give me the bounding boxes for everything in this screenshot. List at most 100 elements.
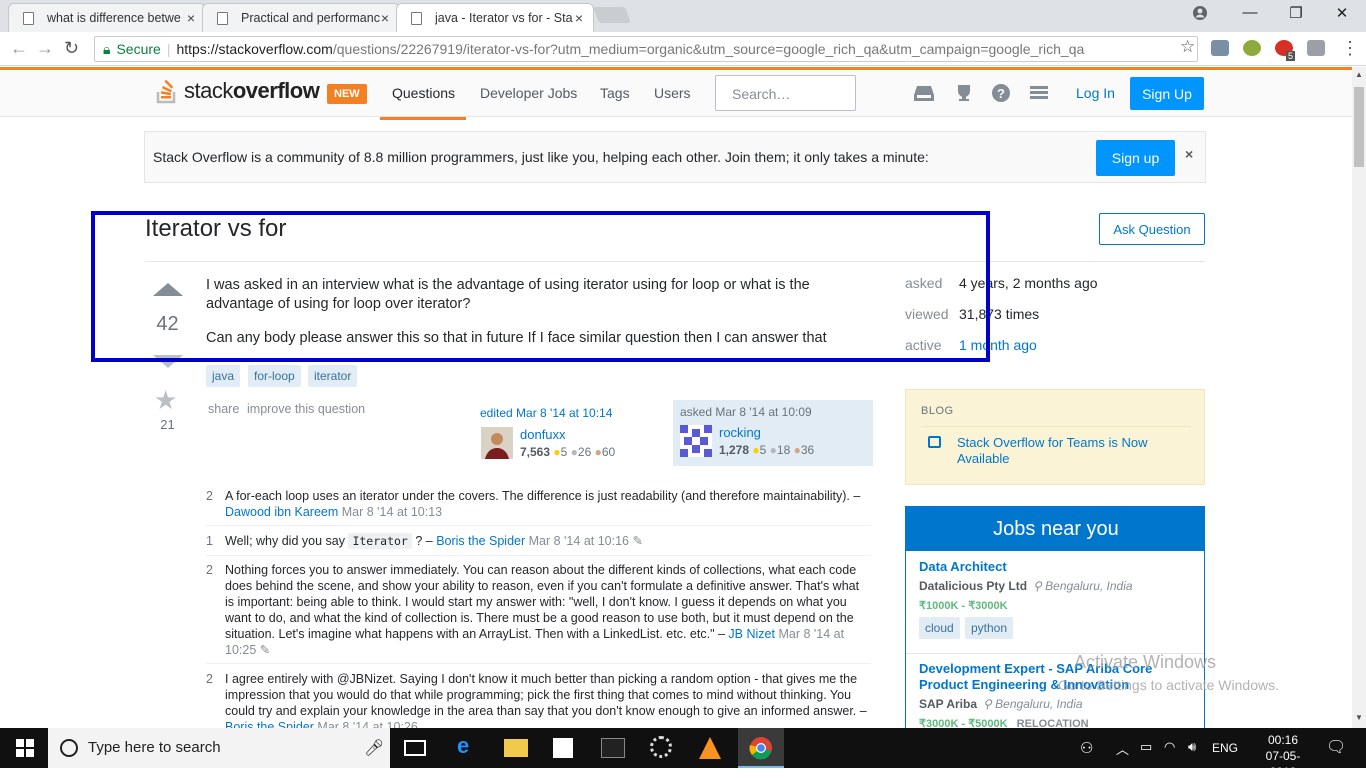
scroll-thumb[interactable] <box>1354 87 1364 167</box>
comment: 2 A for-each loop uses an iterator under… <box>206 488 871 520</box>
highlight-box <box>91 211 990 362</box>
extension-icon[interactable] <box>1243 40 1261 56</box>
lock-icon: 🔒︎ <box>103 41 111 57</box>
scroll-down-icon[interactable]: ▼ <box>1355 713 1363 722</box>
blog-link[interactable]: Stack Overflow for Teams is Now Availabl… <box>957 435 1187 467</box>
scroll-up-icon[interactable]: ▲ <box>1355 70 1363 79</box>
ask-question-button[interactable]: Ask Question <box>1099 213 1205 245</box>
profile-icon[interactable] <box>1186 5 1214 25</box>
people-icon[interactable]: ⚇ <box>1080 739 1093 757</box>
wifi-icon[interactable]: ◠ <box>1164 739 1175 755</box>
browser-tab-active[interactable]: java - Iterator vs for - Sta × <box>396 3 594 32</box>
restore-icon[interactable]: ❐ <box>1281 4 1311 22</box>
notifications-icon[interactable]: 🗨︎ <box>1326 737 1346 757</box>
chrome-taskbar-button[interactable] <box>738 728 784 768</box>
avatar[interactable] <box>481 427 513 459</box>
improve-question-link[interactable]: improve this question <box>247 402 365 416</box>
signup-button[interactable]: Sign Up <box>1130 77 1204 110</box>
help-icon[interactable]: ? <box>992 84 1010 107</box>
tag-java[interactable]: java <box>206 365 241 387</box>
new-tab-button[interactable] <box>593 7 631 23</box>
close-icon[interactable]: × <box>575 10 583 26</box>
close-icon[interactable]: × <box>187 10 195 26</box>
close-icon[interactable]: × <box>381 10 389 26</box>
comment-time[interactable]: Mar 8 '14 at 10:13 <box>342 505 442 519</box>
minimize-icon[interactable]: — <box>1235 4 1265 21</box>
back-icon[interactable]: ← <box>10 38 28 59</box>
tag-for-loop[interactable]: for-loop <box>248 365 301 387</box>
login-link[interactable]: Log In <box>1076 85 1115 101</box>
tag-iterator[interactable]: iterator <box>308 365 358 387</box>
editor-signature: edited Mar 8 '14 at 10:14 donfuxx 7,563 … <box>478 402 668 466</box>
jobs-heading: Jobs near you <box>906 507 1204 551</box>
location-pin-icon: ⚲ <box>983 697 992 711</box>
command-prompt-icon[interactable] <box>601 738 625 758</box>
comment: 2 Nothing forces you to answer immediate… <box>206 562 871 658</box>
bookmark-star-icon[interactable]: ☆ <box>1180 37 1195 57</box>
extension-icon[interactable] <box>1211 40 1229 56</box>
network-icon[interactable]: ▭ <box>1140 739 1152 755</box>
edited-time[interactable]: edited Mar 8 '14 at 10:14 <box>480 406 612 420</box>
taskbar-search-input[interactable]: Type here to search 🎤︎ <box>48 728 390 768</box>
browser-tab[interactable]: what is difference betwe × <box>8 3 206 32</box>
comment-user[interactable]: Boris the Spider <box>225 720 314 728</box>
app-icon[interactable] <box>650 736 672 758</box>
comment-score: 2 <box>206 489 213 503</box>
volume-icon[interactable]: 🔊︎ <box>1188 739 1196 755</box>
comment-user[interactable]: Boris the Spider <box>436 534 525 548</box>
language-indicator[interactable]: ENG <box>1212 741 1238 755</box>
divider <box>206 525 871 526</box>
speech-bubble-icon <box>928 436 941 448</box>
microphone-icon[interactable]: 🎤︎ <box>364 738 384 758</box>
share-link[interactable]: share <box>208 402 239 416</box>
chevron-up-icon[interactable]: ︿ <box>1116 739 1129 758</box>
job-tag[interactable]: python <box>965 617 1014 639</box>
forward-icon[interactable]: → <box>36 38 54 59</box>
vlc-icon[interactable] <box>699 737 721 759</box>
address-bar[interactable]: 🔒︎ Secure | https://stackoverflow.com/quest… <box>94 36 1198 62</box>
so-logo-icon <box>156 79 176 104</box>
comment-time[interactable]: Mar 8 '14 at 10:16 <box>529 534 629 548</box>
owner-username[interactable]: rocking <box>719 425 761 440</box>
comment-score: 2 <box>206 563 213 577</box>
reload-icon[interactable]: ↻ <box>64 38 79 59</box>
menu-kebab-icon[interactable]: ⋮ <box>1341 38 1359 59</box>
owner-reputation: 1,278 ●5 ●18 ●36 <box>719 443 815 457</box>
taskbar-clock[interactable]: 00:16 07-05-2018 <box>1258 732 1308 780</box>
browser-tab[interactable]: Practical and performanc × <box>202 3 400 32</box>
search-input[interactable]: Search… <box>715 75 856 111</box>
editor-reputation: 7,563 ●5 ●26 ●60 <box>520 445 616 459</box>
job-title[interactable]: Data Architect <box>919 559 1199 575</box>
job-tag[interactable]: cloud <box>919 617 960 639</box>
favorite-star-icon[interactable]: ★ <box>154 385 177 416</box>
blog-widget: BLOG Stack Overflow for Teams is Now Ava… <box>905 389 1205 485</box>
sticky-notes-icon[interactable] <box>553 738 573 758</box>
comment-time[interactable]: Mar 8 '14 at 10:26 <box>317 720 417 728</box>
edge-icon[interactable]: e <box>457 733 481 758</box>
tab-title: Practical and performanc <box>241 11 380 25</box>
inbox-icon[interactable] <box>914 84 934 107</box>
site-switcher-icon[interactable] <box>1030 84 1048 107</box>
nav-tags[interactable]: Tags <box>600 85 630 101</box>
nav-developer-jobs[interactable]: Developer Jobs <box>480 85 577 101</box>
task-view-icon[interactable] <box>404 740 426 756</box>
editor-username[interactable]: donfuxx <box>520 427 566 442</box>
windows-start-icon[interactable] <box>16 739 34 757</box>
so-topbar: stackoverflow NEW Questions Developer Jo… <box>0 67 1352 120</box>
comment-user[interactable]: JB Nizet <box>728 627 775 641</box>
achievements-icon[interactable] <box>954 84 974 107</box>
comment-user[interactable]: Dawood ibn Kareem <box>225 505 338 519</box>
close-icon[interactable]: × <box>1185 146 1193 162</box>
file-explorer-icon[interactable] <box>504 739 528 757</box>
banner-signup-button[interactable]: Sign up <box>1096 140 1175 176</box>
avatar[interactable] <box>680 425 712 457</box>
so-logo[interactable]: stackoverflow <box>156 78 320 104</box>
nav-users[interactable]: Users <box>654 85 691 101</box>
camera-icon[interactable] <box>1307 40 1325 56</box>
page-scrollbar[interactable]: ▲ ▼ <box>1352 67 1366 728</box>
job-company: Datalicious Pty Ltd ⚲ Bengaluru, India <box>919 579 1133 593</box>
page-icon <box>411 12 422 25</box>
window-close-icon[interactable]: ✕ <box>1327 4 1357 22</box>
divider <box>206 555 871 556</box>
nav-questions[interactable]: Questions <box>392 85 455 101</box>
